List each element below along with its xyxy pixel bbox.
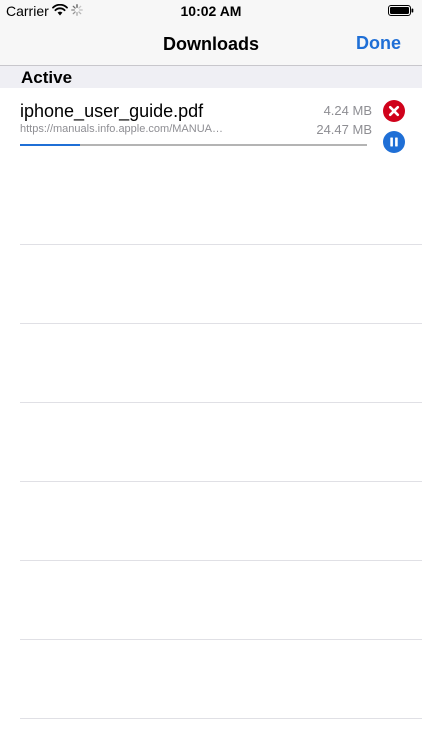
close-icon [388, 105, 400, 117]
table-row [20, 640, 422, 719]
download-row[interactable]: iphone_user_guide.pdf https://manuals.in… [0, 88, 422, 166]
clock-time: 10:02 AM [180, 3, 242, 19]
table-row [20, 324, 422, 403]
section-title: Active [21, 68, 73, 87]
cancel-download-button[interactable] [383, 100, 405, 122]
download-file-name: iphone_user_guide.pdf [20, 101, 204, 121]
status-bar: Carrier 10:02 AM [0, 0, 422, 22]
download-progress-fill [20, 144, 81, 146]
table-row [20, 482, 422, 561]
table-row [20, 403, 422, 482]
table-row [20, 166, 422, 245]
downloads-screen: Carrier 10:02 AM Downloads Done Active i… [0, 0, 422, 750]
navigation-bar: Downloads Done [0, 22, 422, 66]
pause-download-button[interactable] [383, 131, 405, 153]
total-size: 24.47 MB [316, 122, 372, 137]
table-row [20, 561, 422, 640]
done-button[interactable]: Done [356, 33, 401, 54]
pause-icon [390, 137, 398, 147]
download-progress-bar [20, 144, 367, 146]
download-source-url: https://manuals.info.apple.com/MANUA… [20, 123, 223, 135]
battery-icon [388, 5, 414, 16]
section-header-active: Active [0, 66, 422, 88]
table-row [20, 245, 422, 324]
downloaded-size: 4.24 MB [323, 103, 372, 118]
empty-table-rows [0, 166, 422, 719]
